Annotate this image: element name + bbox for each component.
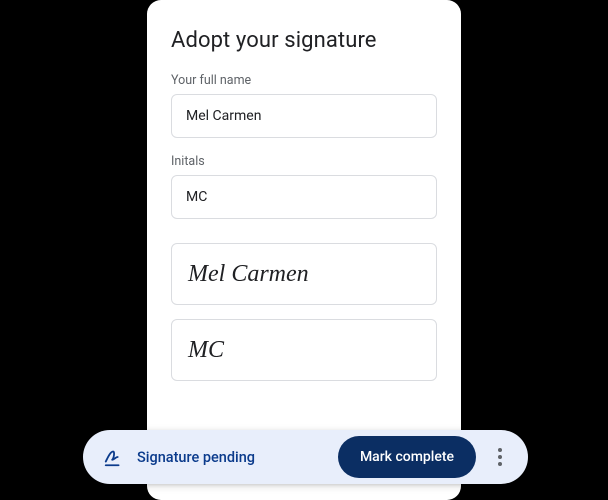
- signature-preview-initials[interactable]: MC: [171, 319, 437, 381]
- full-name-label: Your full name: [171, 73, 437, 88]
- status-bar: Signature pending Mark complete: [83, 430, 528, 484]
- signature-script-fullname: Mel Carmen: [188, 261, 309, 288]
- signature-adoption-card: Adopt your signature Your full name Init…: [147, 0, 461, 500]
- signature-icon: [103, 446, 125, 468]
- mark-complete-button[interactable]: Mark complete: [338, 436, 476, 478]
- full-name-input[interactable]: [171, 94, 437, 138]
- signature-script-initials: MC: [188, 337, 224, 364]
- signature-preview-fullname[interactable]: Mel Carmen: [171, 243, 437, 305]
- initials-label: Initals: [171, 154, 437, 169]
- more-vert-icon: [498, 448, 502, 466]
- status-text: Signature pending: [137, 449, 338, 466]
- more-options-button[interactable]: [480, 437, 520, 477]
- page-title: Adopt your signature: [171, 28, 437, 53]
- initials-input[interactable]: [171, 175, 437, 219]
